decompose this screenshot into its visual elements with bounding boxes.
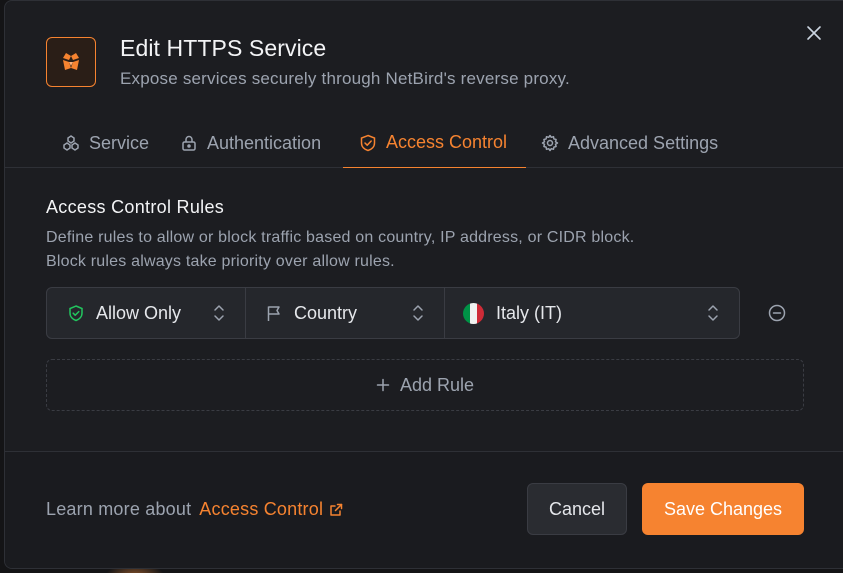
learn-more-text: Learn more about (46, 499, 192, 519)
tab-access-control[interactable]: Access Control (343, 118, 526, 168)
add-rule-label: Add Rule (399, 374, 475, 395)
tab-authentication[interactable]: Authentication (164, 118, 337, 168)
dialog-title: Edit HTTPS Service (120, 35, 327, 61)
tab-access-control-label: Access Control (386, 132, 508, 152)
tab-advanced-settings-label: Advanced Settings (568, 132, 719, 153)
edit-service-dialog: Edit HTTPS Service Expose services secur… (4, 0, 843, 569)
shield-check-icon (69, 304, 83, 321)
learn-more: Learn more about Access Control (46, 499, 343, 520)
remove-rule-button[interactable] (765, 301, 789, 325)
netbird-logo-icon (63, 53, 79, 70)
shield-icon (360, 134, 376, 151)
add-rule-button[interactable]: Add Rule (46, 359, 804, 411)
plus-icon (376, 378, 390, 392)
flag-icon (267, 305, 280, 321)
dialog-footer: Learn more about Access Control Cancel S… (5, 451, 843, 568)
close-icon (807, 26, 821, 40)
section-description-line-2: Block rules always take priority over al… (46, 253, 395, 270)
service-icon (63, 135, 79, 151)
chevron-up-down-icon (413, 305, 423, 321)
tab-service[interactable]: Service (46, 118, 165, 168)
section-description-line-1: Define rules to allow or block traffic b… (46, 229, 635, 246)
external-link-icon (330, 503, 343, 516)
rule-value: Italy (IT) (496, 302, 562, 323)
chevron-up-down-icon (214, 305, 224, 321)
tab-service-label: Service (89, 132, 150, 153)
lock-icon (182, 135, 196, 151)
access-control-docs-link-label: Access Control (199, 499, 324, 519)
access-control-docs-link[interactable]: Access Control (199, 499, 343, 520)
tab-bar: Service Authentication Access Control Ad… (5, 118, 843, 168)
italy-flag-icon (463, 302, 484, 324)
rule-type-value: Country (294, 302, 358, 323)
minus-circle-icon (768, 304, 786, 322)
rule-value-select[interactable]: Italy (IT) (444, 288, 739, 338)
netbird-logo (46, 37, 96, 87)
chevron-up-down-icon (708, 305, 718, 321)
close-button[interactable] (802, 21, 826, 45)
rule-type-select[interactable]: Country (245, 288, 444, 338)
cancel-button[interactable]: Cancel (527, 483, 627, 535)
gear-icon (541, 134, 559, 152)
dialog-subtitle: Expose services securely through NetBird… (120, 69, 570, 88)
section-description: Define rules to allow or block traffic b… (46, 226, 634, 274)
tab-authentication-label: Authentication (207, 132, 322, 153)
rule-action-select[interactable]: Allow Only (47, 288, 245, 338)
access-rule-row: Allow Only Country Italy (IT) (46, 287, 740, 339)
tab-advanced-settings[interactable]: Advanced Settings (525, 118, 734, 168)
rule-action-value: Allow Only (96, 302, 182, 323)
save-changes-button[interactable]: Save Changes (642, 483, 804, 535)
section-title: Access Control Rules (46, 197, 225, 217)
